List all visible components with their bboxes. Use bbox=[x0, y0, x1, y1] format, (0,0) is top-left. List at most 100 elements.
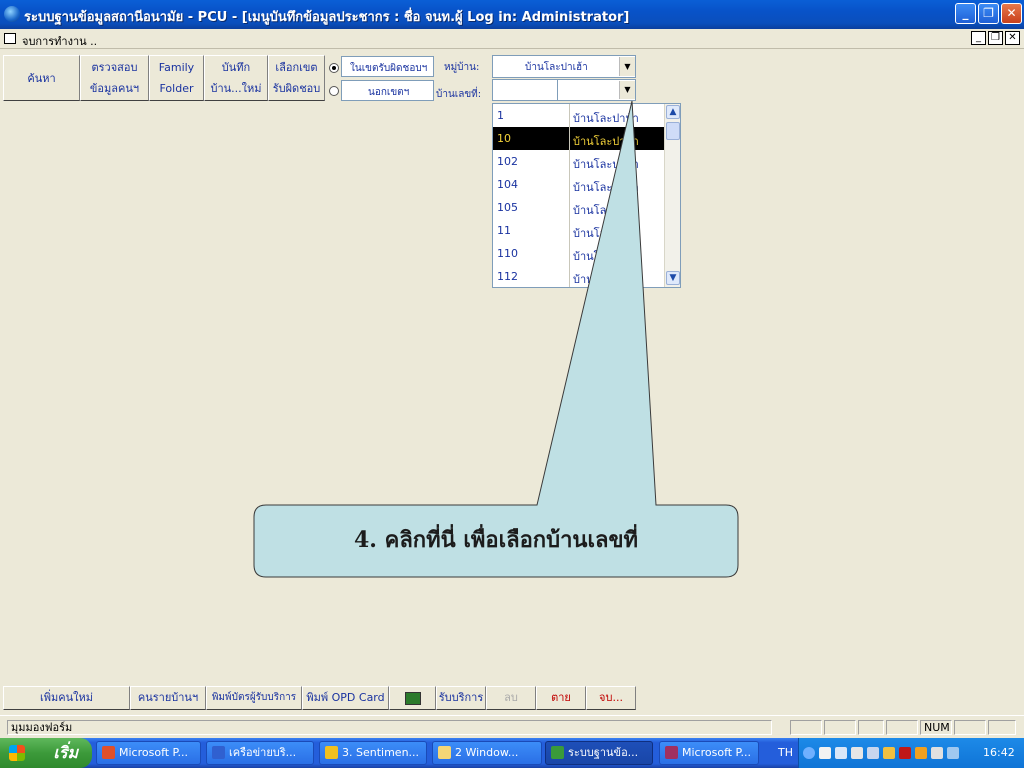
taskbar-button[interactable]: 3. Sentimen... bbox=[319, 741, 427, 765]
dropdown-scrollbar[interactable]: ▲ ▼ bbox=[664, 104, 680, 287]
record-new-house-line2: บ้าน...ใหม่ bbox=[210, 82, 262, 95]
scroll-up-icon[interactable]: ▲ bbox=[666, 105, 680, 119]
village-value: บ้านโละปาเฮ้า bbox=[525, 62, 588, 73]
mdi-child-bar: จบการทำงาน .. _ ❐ ✕ bbox=[0, 29, 1024, 49]
house-number-cell: 110 bbox=[497, 247, 518, 260]
village-cell: บ้านโละปาห้า bbox=[573, 273, 639, 286]
village-cell: บ้านโละปาห้า bbox=[573, 135, 639, 148]
display-icon[interactable] bbox=[851, 747, 863, 759]
print-opd-card-button[interactable]: พิมพ์ OPD Card bbox=[302, 686, 389, 710]
mdi-title: จบการทำงาน .. bbox=[22, 35, 98, 48]
village-cell: บ้านโละปาห้า bbox=[573, 227, 639, 240]
inside-area-label-box: ในเขตรับผิดชอบฯ bbox=[341, 56, 434, 77]
clock[interactable]: 16:42 bbox=[983, 746, 1015, 759]
close-button[interactable]: ✕ bbox=[1001, 3, 1022, 24]
family-folder-line2: Folder bbox=[159, 82, 194, 95]
dropdown-row[interactable]: 10 บ้านโละปาห้า bbox=[493, 127, 664, 150]
dropdown-row[interactable]: 104 บ้านโละปาห้า bbox=[493, 173, 664, 196]
status-panel bbox=[790, 720, 822, 735]
add-person-button[interactable]: เพิ่มคนใหม่ bbox=[3, 686, 130, 710]
village-cell: บ้านโละปาห้า bbox=[573, 250, 639, 263]
house-number-cell: 102 bbox=[497, 155, 518, 168]
house-number-cell: 105 bbox=[497, 201, 518, 214]
dropdown-row[interactable]: 105 บ้านโละปาห้า bbox=[493, 196, 664, 219]
record-new-house-button[interactable]: บันทึก บ้าน...ใหม่ bbox=[204, 55, 268, 101]
house-number-select[interactable]: ▼ bbox=[557, 79, 636, 101]
pencil-icon bbox=[404, 692, 421, 705]
scroll-down-icon[interactable]: ▼ bbox=[666, 271, 680, 285]
family-folder-button[interactable]: Family Folder bbox=[149, 55, 204, 101]
exit-button[interactable]: จบ... bbox=[586, 686, 636, 710]
minimize-button[interactable]: _ bbox=[955, 3, 976, 24]
service-button[interactable]: รับบริการ bbox=[436, 686, 486, 710]
start-label: เริ่ม bbox=[53, 743, 78, 762]
search-button[interactable]: ค้นหา bbox=[3, 55, 80, 101]
taskbar-button-label: 2 Window... bbox=[455, 746, 519, 759]
radio-outside-area[interactable] bbox=[329, 86, 339, 96]
access-icon bbox=[665, 746, 678, 759]
village-cell: บ้านโละปาห้า bbox=[573, 181, 639, 194]
folder-icon bbox=[438, 746, 451, 759]
taskbar-button[interactable]: ระบบฐานข้อ... bbox=[545, 741, 653, 765]
powerpoint-icon bbox=[102, 746, 115, 759]
record-new-house-line1: บันทึก bbox=[221, 61, 251, 74]
taskbar-button-label: ระบบฐานข้อ... bbox=[568, 746, 639, 759]
house-number-cell: 11 bbox=[497, 224, 511, 237]
check-person-line1: ตรวจสอบ bbox=[91, 61, 138, 74]
status-bar: มุมมองฟอร์ม NUM bbox=[0, 715, 1024, 738]
chevron-left-icon[interactable] bbox=[803, 747, 815, 759]
start-button[interactable]: เริ่ม bbox=[0, 738, 92, 768]
app-tray-icon[interactable] bbox=[915, 747, 927, 759]
dropdown-row[interactable]: 110 บ้านโละปาห้า bbox=[493, 242, 664, 265]
select-area-button[interactable]: เลือกเขต รับผิดชอบ bbox=[268, 55, 325, 101]
house-number-input[interactable] bbox=[492, 79, 558, 101]
chevron-down-icon[interactable]: ▼ bbox=[619, 57, 635, 76]
village-select[interactable]: บ้านโละปาเฮ้า ▼ bbox=[492, 55, 636, 78]
taskbar-button[interactable]: เครือข่ายบริ... bbox=[206, 741, 314, 765]
lock-icon[interactable] bbox=[899, 747, 911, 759]
word-icon bbox=[212, 746, 225, 759]
mdi-restore-button[interactable]: ❐ bbox=[988, 31, 1003, 45]
mdi-close-button[interactable]: ✕ bbox=[1005, 31, 1020, 45]
check-person-line2: ข้อมูลคนฯ bbox=[89, 82, 140, 95]
household-members-button[interactable]: คนรายบ้านฯ bbox=[130, 686, 206, 710]
house-number-cell: 10 bbox=[497, 132, 511, 145]
taskbar-button[interactable]: Microsoft P... bbox=[659, 741, 759, 765]
dropdown-row[interactable]: 11 บ้านโละปาห้า bbox=[493, 219, 664, 242]
house-number-cell: 1 bbox=[497, 109, 504, 122]
status-panel bbox=[824, 720, 856, 735]
network-icon[interactable] bbox=[835, 747, 847, 759]
edit-record-button[interactable] bbox=[389, 686, 436, 710]
window-title-bar[interactable]: ระบบฐานข้อมูลสถานีอนามัย - PCU - [เมนูบั… bbox=[0, 0, 1024, 29]
radio-inside-area[interactable] bbox=[329, 63, 339, 73]
security-icon[interactable] bbox=[883, 747, 895, 759]
battery-icon[interactable] bbox=[947, 747, 959, 759]
taskbar-button[interactable]: 2 Window... bbox=[432, 741, 542, 765]
print-service-card-button[interactable]: พิมพ์บัตรผู้รับบริการ bbox=[206, 686, 302, 710]
dropdown-row[interactable]: 112 บ้านโละปาห้า bbox=[493, 265, 664, 287]
form-icon[interactable] bbox=[4, 33, 16, 44]
check-person-button[interactable]: ตรวจสอบ ข้อมูลคนฯ bbox=[80, 55, 149, 101]
family-folder-line1: Family bbox=[158, 61, 195, 74]
dropdown-row[interactable]: 1 บ้านโละปาห้า bbox=[493, 104, 664, 127]
status-panel bbox=[886, 720, 918, 735]
taskbar-button[interactable]: Microsoft P... bbox=[96, 741, 201, 765]
status-form-view: มุมมองฟอร์ม bbox=[7, 720, 772, 735]
status-panel bbox=[858, 720, 884, 735]
monitor-icon[interactable] bbox=[931, 747, 943, 759]
death-button[interactable]: ตาย bbox=[536, 686, 586, 710]
volume-icon[interactable] bbox=[867, 747, 879, 759]
language-indicator[interactable]: TH bbox=[778, 746, 793, 759]
village-label: หมู่บ้าน: bbox=[444, 62, 480, 73]
house-number-dropdown[interactable]: 1 บ้านโละปาห้า 10 บ้านโละปาห้า 102 บ้านโละปาห… bbox=[492, 103, 681, 288]
dropdown-row[interactable]: 102 บ้านโละปาห้า bbox=[493, 150, 664, 173]
house-number-cell: 104 bbox=[497, 178, 518, 191]
mdi-minimize-button[interactable]: _ bbox=[971, 31, 986, 45]
select-area-line2: รับผิดชอบ bbox=[272, 82, 321, 95]
delete-button[interactable]: ลบ bbox=[486, 686, 536, 710]
restore-button[interactable]: ❐ bbox=[978, 3, 999, 24]
scroll-thumb[interactable] bbox=[666, 122, 680, 140]
taskbar-button-label: 3. Sentimen... bbox=[342, 746, 420, 759]
calendar-icon[interactable] bbox=[819, 747, 831, 759]
chevron-down-icon[interactable]: ▼ bbox=[619, 81, 635, 99]
